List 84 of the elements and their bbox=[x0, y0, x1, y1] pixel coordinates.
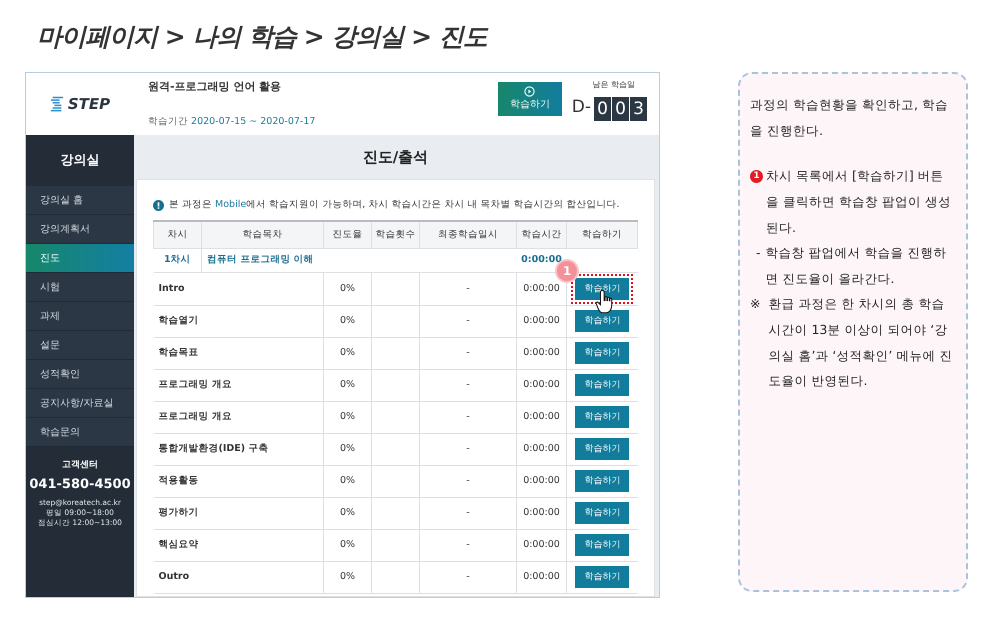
column-header: 학습시간 bbox=[516, 221, 566, 248]
progress-cell: 0% bbox=[324, 433, 372, 466]
lesson-title-cell: 통합개발환경(IDE) 구축 bbox=[154, 433, 324, 466]
column-header: 학습하기 bbox=[566, 221, 638, 248]
sidebar-item[interactable]: 진도 bbox=[26, 244, 134, 273]
lesson-title-cell: 학습열기 bbox=[154, 305, 324, 338]
column-header: 진도율 bbox=[324, 221, 372, 248]
column-header: 학습횟수 bbox=[372, 221, 420, 248]
time-cell: 0:00:00 bbox=[516, 561, 566, 594]
progress-cell: 0% bbox=[324, 529, 372, 562]
progress-cell: 0% bbox=[324, 305, 372, 338]
last-study-cell: - bbox=[420, 561, 516, 594]
progress-cell: 0% bbox=[324, 337, 372, 370]
note-text: 학습창 팝업에서 학습을 진행하면 진도율이 올라간다. bbox=[766, 244, 948, 288]
note-text: 환급 과정은 한 차시의 총 학습시간이 13분 이상이 되어야 ‘강의실 홈’과 ‘성적확인’ 메뉴에 진도율이 반영된다. bbox=[768, 295, 954, 390]
last-study-cell: - bbox=[420, 433, 516, 466]
lesson-title-cell: 학습목표 bbox=[154, 337, 324, 370]
lesson-title-cell: 프로그래밍 개요 bbox=[154, 369, 324, 402]
lesson-title-cell: 평가하기 bbox=[154, 497, 324, 530]
last-study-cell: - bbox=[420, 529, 516, 562]
counter-digit: 0 bbox=[594, 96, 611, 120]
step-text: 차시 목록에서 [학습하기] 버튼을 클릭하면 학습창 팝업이 생성된다. bbox=[766, 167, 952, 236]
logo-icon bbox=[50, 96, 64, 112]
lesson-title-cell: 핵심요약 bbox=[154, 529, 324, 562]
study-button[interactable]: 학습하기 bbox=[575, 470, 630, 492]
time-cell: 0:00:00 bbox=[516, 433, 566, 466]
progress-cell: 0% bbox=[324, 401, 372, 434]
logo-text: STEP bbox=[68, 94, 110, 115]
support-phone: 041-580-4500 bbox=[29, 476, 131, 494]
time-cell: 0:00:00 bbox=[516, 497, 566, 530]
session-cell: 1차시 bbox=[154, 248, 202, 272]
time-cell: 0:00:00 bbox=[516, 465, 566, 498]
remaining-days-label: 남은 학습일 bbox=[592, 79, 635, 91]
time-cell: 0:00:00 bbox=[516, 369, 566, 402]
last-study-cell: - bbox=[420, 401, 516, 434]
notice-text: 본 과정은 Mobile에서 학습지원이 가능하며, 차시 학습시간은 차시 내 목차별 학습시간의 합산입니다. bbox=[169, 198, 620, 212]
lesson-title-cell: Intro bbox=[154, 272, 324, 306]
step-number-badge: 1 bbox=[750, 170, 763, 184]
intro-text: 과정의 학습현황을 확인하고, 학습을 진행한다. bbox=[750, 96, 949, 140]
progress-cell: 0% bbox=[324, 497, 372, 530]
time-cell: 0:00:00 bbox=[516, 401, 566, 434]
counter-digit: 0 bbox=[612, 96, 629, 120]
lesson-title-cell: Outro bbox=[154, 561, 324, 594]
study-button[interactable]: 학습하기 bbox=[575, 406, 630, 428]
play-icon bbox=[524, 86, 536, 97]
study-button[interactable]: 학습하기 bbox=[575, 566, 630, 588]
lesson-title-cell: 적용활동 bbox=[154, 465, 324, 498]
progress-cell: 0% bbox=[324, 465, 372, 498]
progress-cell: 0% bbox=[324, 561, 372, 594]
last-study-cell: - bbox=[420, 305, 516, 338]
column-header: 최종학습일시 bbox=[420, 221, 516, 248]
column-header: 학습목차 bbox=[202, 221, 324, 248]
study-button[interactable]: 학습하기 bbox=[575, 534, 630, 556]
last-study-cell: - bbox=[420, 369, 516, 402]
last-study-cell: - bbox=[420, 272, 516, 306]
column-header: 차시 bbox=[154, 221, 202, 248]
progress-cell: 0% bbox=[324, 369, 372, 402]
d-day-prefix: D- bbox=[572, 96, 591, 119]
study-button[interactable]: 학습하기 bbox=[575, 438, 630, 460]
time-cell: 0:00:00 bbox=[516, 305, 566, 338]
reference-mark: ※ bbox=[750, 295, 760, 314]
last-study-cell: - bbox=[420, 337, 516, 370]
progress-cell: 0% bbox=[324, 272, 372, 306]
counter-digit: 3 bbox=[630, 96, 647, 120]
last-study-cell: - bbox=[420, 465, 516, 498]
last-study-cell: - bbox=[420, 497, 516, 530]
study-button[interactable]: 학습하기 bbox=[575, 342, 630, 364]
study-button[interactable]: 학습하기 bbox=[498, 82, 562, 116]
annotation-badge: 1 bbox=[557, 260, 577, 281]
study-button[interactable]: 학습하기 bbox=[575, 374, 630, 396]
sidebar-title: 강의실 bbox=[26, 135, 134, 186]
lesson-title-cell: 프로그래밍 개요 bbox=[154, 401, 324, 434]
time-cell: 0:00:00 bbox=[516, 529, 566, 562]
support-title: 고객센터 bbox=[62, 459, 98, 472]
info-icon bbox=[153, 200, 164, 211]
study-button[interactable]: 학습하기 bbox=[575, 310, 630, 332]
study-period: 학습기간 2020-07-15 ~ 2020-07-17 bbox=[148, 114, 316, 129]
study-button[interactable]: 학습하기 bbox=[575, 502, 630, 524]
breadcrumb-title: 마이페이지 > 나의 학습 > 강의실 > 진도 bbox=[36, 21, 489, 53]
time-cell: 0:00:00 bbox=[516, 337, 566, 370]
dash-mark: - bbox=[756, 244, 761, 262]
course-title: 원격-프로그래밍 언어 활용 bbox=[148, 79, 282, 95]
chapter-title-cell: 컴퓨터 프로그래밍 이해 bbox=[202, 248, 516, 272]
page-title: 진도/출석 bbox=[362, 147, 430, 168]
